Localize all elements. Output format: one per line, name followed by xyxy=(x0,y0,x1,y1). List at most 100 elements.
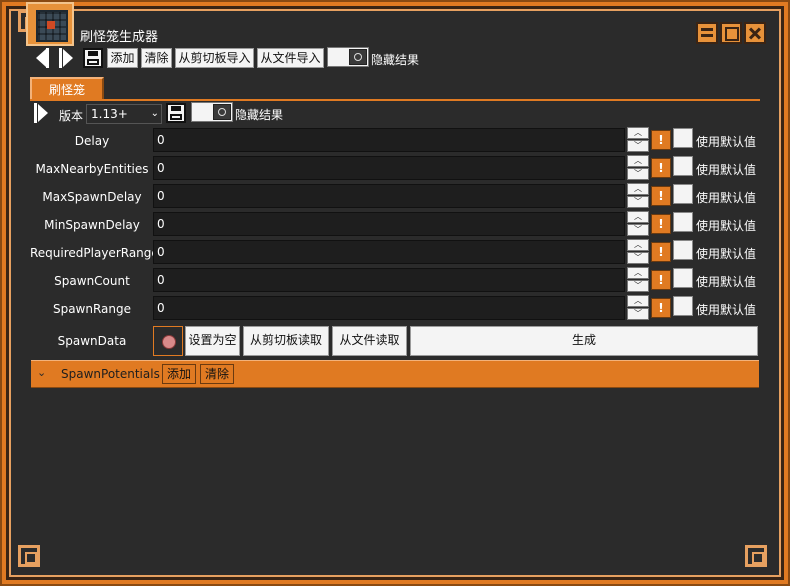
spawn-potentials-clear-button[interactable]: 清除 xyxy=(200,364,234,384)
frame-corner-decoration xyxy=(745,545,767,567)
warning-icon[interactable]: ! xyxy=(651,186,671,206)
field-input[interactable]: 0 xyxy=(153,156,625,180)
hide-result-toggle-2[interactable] xyxy=(191,102,233,122)
use-default-label: 使用默认值 xyxy=(696,135,757,149)
forward-bar-icon xyxy=(59,48,62,68)
window-title: 刷怪笼生成器 xyxy=(80,30,159,45)
maximize-icon[interactable] xyxy=(720,22,742,44)
chevron-down-icon[interactable]: ﹀ xyxy=(627,224,649,236)
app-window-frame xyxy=(0,0,790,586)
collapse-bar-icon xyxy=(34,103,37,123)
chevron-up-icon[interactable]: ︿ xyxy=(627,183,649,195)
generate-button[interactable]: 生成 xyxy=(410,326,758,356)
save-icon[interactable] xyxy=(166,103,186,123)
number-spinner: ︿ ﹀ xyxy=(627,211,649,237)
use-default-checkbox[interactable] xyxy=(673,268,693,288)
version-select-value: 1.13+ xyxy=(91,107,128,121)
number-spinner: ︿ ﹀ xyxy=(627,239,649,265)
toggle-knob xyxy=(349,49,367,65)
chevron-up-icon[interactable]: ︿ xyxy=(627,127,649,139)
warning-icon[interactable]: ! xyxy=(651,242,671,262)
toggle-knob xyxy=(213,104,231,120)
field-label: Delay xyxy=(74,134,110,148)
warning-icon[interactable]: ! xyxy=(651,214,671,234)
spawn-potentials-label: SpawnPotentials xyxy=(61,367,160,381)
spawner-cage-icon xyxy=(26,2,74,46)
set-empty-button[interactable]: 设置为空 xyxy=(185,326,240,356)
chevron-up-icon[interactable]: ︿ xyxy=(627,211,649,223)
use-default-checkbox[interactable] xyxy=(673,156,693,176)
hide-result-toggle[interactable] xyxy=(327,47,369,67)
chevron-up-icon[interactable]: ︿ xyxy=(627,295,649,307)
warning-icon[interactable]: ! xyxy=(651,158,671,178)
use-default-checkbox[interactable] xyxy=(673,296,693,316)
field-input[interactable]: 0 xyxy=(153,128,625,152)
minimize-icon[interactable] xyxy=(696,22,718,44)
field-label: RequiredPlayerRange xyxy=(30,246,159,260)
chevron-down-icon[interactable]: ﹀ xyxy=(627,196,649,208)
back-arrow-icon[interactable] xyxy=(36,49,46,67)
use-default-checkbox[interactable] xyxy=(673,240,693,260)
field-input[interactable]: 0 xyxy=(153,184,625,208)
field-label: MaxSpawnDelay xyxy=(42,190,142,204)
spawn-egg-icon[interactable] xyxy=(153,326,183,356)
spawn-potentials-add-button[interactable]: 添加 xyxy=(162,364,196,384)
expand-arrow-icon[interactable] xyxy=(38,104,48,122)
warning-icon[interactable]: ! xyxy=(651,130,671,150)
chevron-down-icon: ⌄ xyxy=(150,108,159,119)
frame-corner-decoration xyxy=(18,545,40,567)
read-clipboard-button[interactable]: 从剪切板读取 xyxy=(243,326,329,356)
back-bar-icon xyxy=(46,48,49,68)
field-label: MaxNearbyEntities xyxy=(35,162,149,176)
clear-button[interactable]: 清除 xyxy=(141,48,172,68)
close-icon[interactable] xyxy=(744,22,766,44)
chevron-down-icon[interactable]: ﹀ xyxy=(627,140,649,152)
chevron-down-icon[interactable]: ﹀ xyxy=(627,308,649,320)
use-default-label: 使用默认值 xyxy=(696,303,757,317)
field-label: SpawnCount xyxy=(54,274,130,288)
use-default-checkbox[interactable] xyxy=(673,128,693,148)
tab-spawner[interactable]: 刷怪笼 xyxy=(30,77,104,99)
import-clipboard-button[interactable]: 从剪切板导入 xyxy=(175,48,254,68)
field-label: MinSpawnDelay xyxy=(44,218,140,232)
forward-arrow-icon[interactable] xyxy=(63,49,73,67)
use-default-label: 使用默认值 xyxy=(696,191,757,205)
use-default-label: 使用默认值 xyxy=(696,275,757,289)
import-file-button[interactable]: 从文件导入 xyxy=(257,48,324,68)
use-default-checkbox[interactable] xyxy=(673,184,693,204)
version-select[interactable]: 1.13+ ⌄ xyxy=(86,104,162,124)
hide-result-label-2: 隐藏结果 xyxy=(235,108,284,122)
chevron-down-icon[interactable]: ﹀ xyxy=(627,252,649,264)
number-spinner: ︿ ﹀ xyxy=(627,155,649,181)
number-spinner: ︿ ﹀ xyxy=(627,183,649,209)
use-default-label: 使用默认值 xyxy=(696,163,757,177)
add-button[interactable]: 添加 xyxy=(107,48,138,68)
chevron-up-icon[interactable]: ︿ xyxy=(627,239,649,251)
warning-icon[interactable]: ! xyxy=(651,298,671,318)
field-label: SpawnRange xyxy=(52,302,132,316)
spawn-data-label: SpawnData xyxy=(57,334,127,348)
chevron-up-icon[interactable]: ︿ xyxy=(627,267,649,279)
number-spinner: ︿ ﹀ xyxy=(627,267,649,293)
use-default-label: 使用默认值 xyxy=(696,247,757,261)
use-default-label: 使用默认值 xyxy=(696,219,757,233)
window-controls xyxy=(696,22,768,44)
chevron-down-icon[interactable]: ﹀ xyxy=(627,280,649,292)
number-spinner: ︿ ﹀ xyxy=(627,127,649,153)
save-icon[interactable] xyxy=(83,48,103,68)
field-input[interactable]: 0 xyxy=(153,240,625,264)
cage-graphic xyxy=(36,10,68,42)
field-input[interactable]: 0 xyxy=(153,212,625,236)
hide-result-label: 隐藏结果 xyxy=(371,53,420,67)
field-input[interactable]: 0 xyxy=(153,296,625,320)
chevron-down-icon[interactable]: ⌄ xyxy=(37,366,46,379)
chevron-down-icon[interactable]: ﹀ xyxy=(627,168,649,180)
number-spinner: ︿ ﹀ xyxy=(627,295,649,321)
warning-icon[interactable]: ! xyxy=(651,270,671,290)
tab-underline xyxy=(30,99,760,101)
use-default-checkbox[interactable] xyxy=(673,212,693,232)
chevron-up-icon[interactable]: ︿ xyxy=(627,155,649,167)
version-label: 版本 xyxy=(59,109,84,123)
read-file-button[interactable]: 从文件读取 xyxy=(332,326,407,356)
field-input[interactable]: 0 xyxy=(153,268,625,292)
